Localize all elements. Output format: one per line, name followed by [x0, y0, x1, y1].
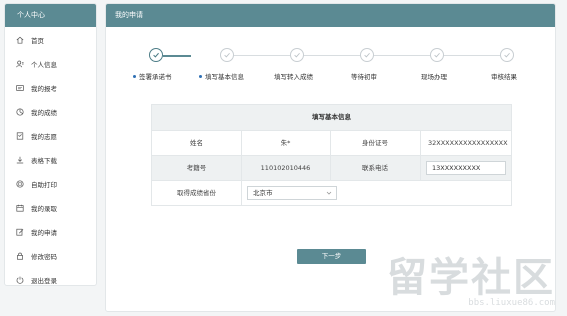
sidebar-item-logout[interactable]: 退出登录: [5, 271, 96, 285]
province-select[interactable]: 北京市: [247, 186, 337, 200]
progress-stepper: 签署承诺书 填写基本信息 填写转入成绩 等待初审 现场办理 审核结果: [106, 4, 555, 94]
step-1-check-icon: [149, 48, 163, 62]
sidebar-item-label: 退出登录: [31, 276, 57, 285]
phone-label: 联系电话: [362, 164, 388, 172]
id-value: 32XXXXXXXXXXXXXXXX: [428, 139, 508, 147]
step-5-check-icon: [430, 48, 444, 62]
step-5-label: 现场办理: [421, 73, 447, 81]
step-3-label: 填写转入成绩: [274, 73, 313, 81]
step-2-check-icon: [220, 48, 234, 62]
phone-input[interactable]: 13XXXXXXXXX: [426, 161, 506, 175]
step-1-label: 签署承诺书: [133, 71, 172, 81]
chart-icon: [15, 107, 25, 117]
sidebar-item-label: 我的成绩: [31, 108, 57, 117]
user-icon: [15, 59, 25, 69]
sidebar-item-home[interactable]: 首页: [5, 31, 96, 48]
sidebar-item-label: 表格下载: [31, 156, 57, 165]
step-connector: [444, 55, 500, 56]
step-3-check-icon: [290, 48, 304, 62]
step-connector: [304, 55, 360, 56]
sidebar-item-profile[interactable]: 个人信息: [5, 55, 96, 72]
step-label-text: 签署承诺书: [139, 73, 172, 81]
page: 个人中心 首页 个人信息 我的报考 我的成绩 我的志愿 表格下载 自助打印 我的…: [0, 0, 567, 316]
exam-label: 考籍号: [186, 164, 207, 172]
sidebar-title: 个人中心: [5, 4, 96, 27]
step-active-dot: [199, 74, 202, 78]
sidebar-item-applications[interactable]: 我的申请: [5, 223, 96, 240]
step-active-dot: [133, 74, 136, 78]
name-value: 朱*: [280, 139, 291, 147]
step-label-text: 填写基本信息: [205, 73, 244, 81]
sidebar-item-label: 我的志愿: [31, 132, 57, 141]
step-connector: [234, 55, 290, 56]
step-6-check-icon: [500, 48, 514, 62]
province-label: 取得成绩省份: [177, 189, 216, 197]
sidebar-item-downloads[interactable]: 表格下载: [5, 151, 96, 168]
edit-icon: [15, 227, 25, 237]
step-connector: [374, 55, 430, 56]
form-row-province: 取得成绩省份 北京市: [152, 180, 511, 205]
document-icon: [15, 131, 25, 141]
sidebar-item-label: 首页: [31, 36, 44, 45]
sidebar-item-label: 我的录取: [31, 204, 57, 213]
calendar-icon: [15, 203, 25, 213]
step-connector: [163, 55, 191, 57]
id-label: 身份证号: [362, 139, 388, 147]
sidebar-item-label: 修改密码: [31, 252, 57, 261]
step-2-label: 填写基本信息: [199, 71, 244, 81]
chevron-down-icon: [326, 191, 332, 195]
sidebar-item-registration[interactable]: 我的报考: [5, 79, 96, 96]
exam-value: 110102010446: [260, 164, 311, 172]
sidebar-item-label: 个人信息: [31, 60, 57, 69]
sidebar-item-label: 我的申请: [31, 228, 57, 237]
form-title: 填写基本信息: [152, 105, 511, 130]
next-button[interactable]: 下一步: [297, 249, 366, 264]
sidebar-item-scores[interactable]: 我的成绩: [5, 103, 96, 120]
sidebar-item-preferences[interactable]: 我的志愿: [5, 127, 96, 144]
sidebar-item-admission[interactable]: 我的录取: [5, 199, 96, 216]
logout-icon: [15, 275, 25, 285]
step-4-check-icon: [360, 48, 374, 62]
form-row-name-id: 姓名 朱* 身份证号 32XXXXXXXXXXXXXXXX: [152, 130, 511, 155]
province-selected-value: 北京市: [253, 189, 273, 197]
printer-icon: [15, 179, 25, 189]
card-icon: [15, 83, 25, 93]
sidebar: 个人中心 首页 个人信息 我的报考 我的成绩 我的志愿 表格下载 自助打印 我的…: [4, 3, 97, 286]
main-panel: 我的申请 签署承诺书 填写基本信息 填写转入成绩 等待初审 现场办理 审核结果 …: [105, 3, 556, 312]
form-row-exam-phone: 考籍号 110102010446 联系电话 13XXXXXXXXX: [152, 155, 511, 180]
step-4-label: 等待初审: [351, 73, 377, 81]
step-6-label: 审核结果: [491, 73, 517, 81]
home-icon: [15, 35, 25, 45]
sidebar-item-print[interactable]: 自助打印: [5, 175, 96, 192]
name-label: 姓名: [190, 139, 203, 147]
sidebar-item-label: 自助打印: [31, 180, 57, 189]
basic-info-form: 填写基本信息 姓名 朱* 身份证号 32XXXXXXXXXXXXXXXX 考籍号…: [151, 104, 512, 206]
download-icon: [15, 155, 25, 165]
lock-icon: [15, 251, 25, 261]
sidebar-item-change-password[interactable]: 修改密码: [5, 247, 96, 264]
sidebar-item-label: 我的报考: [31, 84, 57, 93]
